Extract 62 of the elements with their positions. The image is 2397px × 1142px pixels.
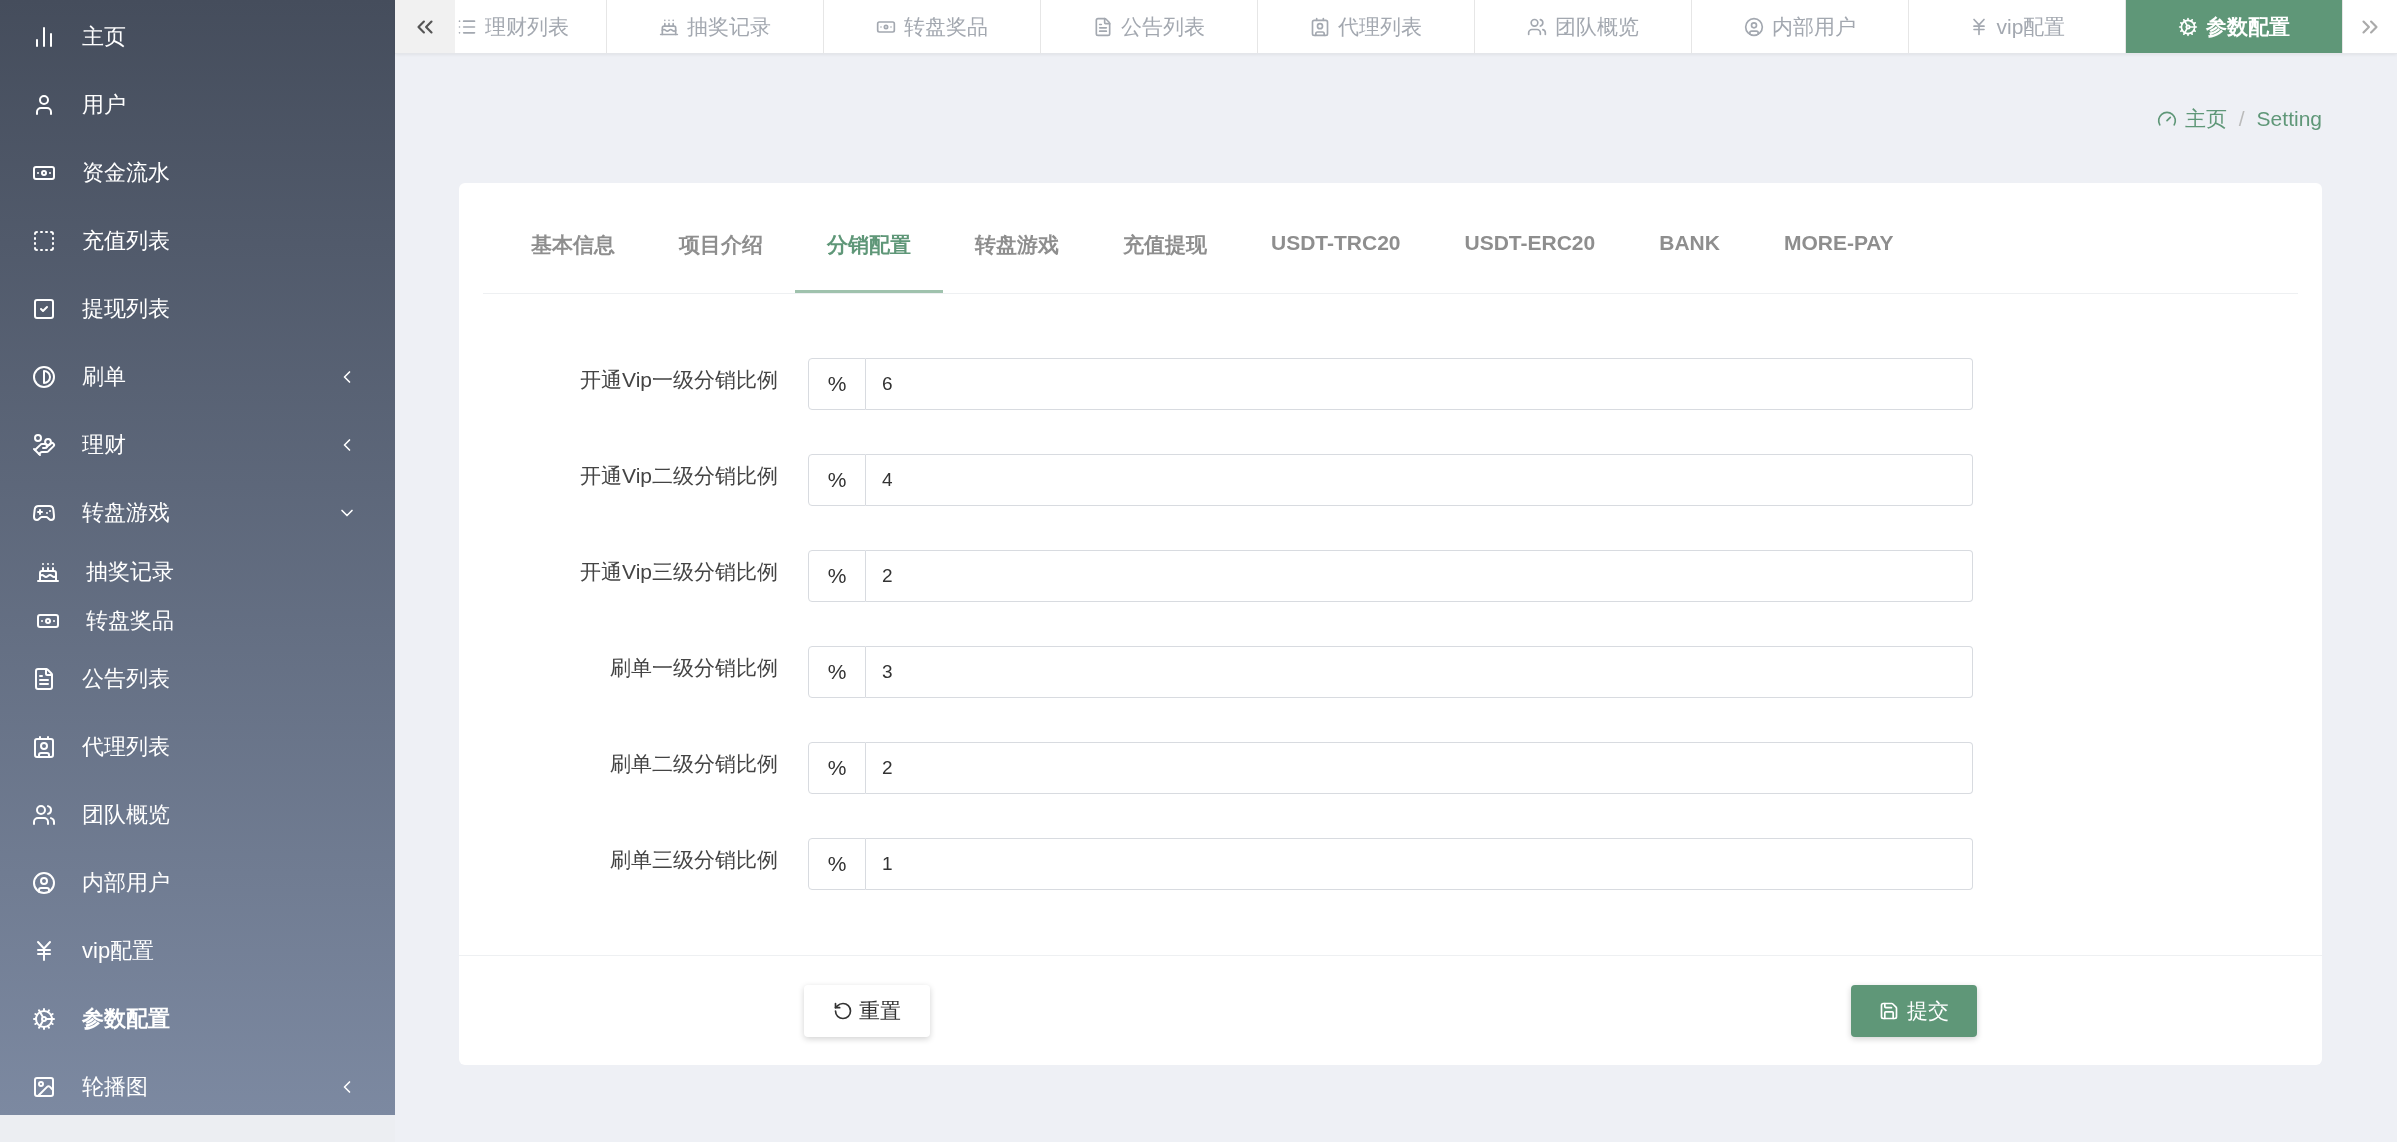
sidebar-item[interactable]: 内部用户 [0,849,395,917]
settings-tab[interactable]: MORE-PAY [1751,225,1926,293]
settings-tab[interactable]: USDT-TRC20 [1239,225,1433,293]
field-label: 开通Vip二级分销比例 [579,463,778,489]
input-prefix: % [808,550,866,602]
reset-icon [833,1000,853,1021]
page-tab[interactable]: 理财列表 [455,0,607,53]
settings-tab[interactable]: BANK [1627,225,1752,293]
page-tab[interactable]: vip配置 [1909,0,2126,53]
input-prefix: % [808,358,866,410]
input-field[interactable]: 2 [866,550,1973,602]
page-tab[interactable]: 参数配置 [2126,0,2343,53]
field-label: 刷单二级分销比例 [609,751,778,777]
page-tab[interactable]: 转盘奖品 [824,0,1041,53]
sidebar-item[interactable]: 参数配置 [0,985,395,1053]
breadcrumb-separator: / [2238,106,2245,131]
page-tab[interactable]: 内部用户 [1692,0,1909,53]
page-tab[interactable]: 团队概览 [1475,0,1692,53]
input-field[interactable]: 3 [866,646,1973,698]
sidebar-item[interactable]: 提现列表 [0,275,395,343]
input-prefix: % [808,838,866,890]
page-tab[interactable]: 代理列表 [1258,0,1475,53]
field-label: 开通Vip一级分销比例 [579,367,778,393]
settings-tab[interactable]: 基本信息 [499,225,647,293]
sidebar-item[interactable]: 转盘游戏 [0,479,395,547]
input-prefix: % [808,742,866,794]
page-tab[interactable]: 抽奖记录 [607,0,824,53]
input-prefix: % [808,454,866,506]
settings-tab[interactable]: 分销配置 [795,225,943,293]
page-tab[interactable]: 公告列表 [1041,0,1258,53]
breadcrumb-current: Setting [2256,106,2322,131]
sidebar-item[interactable]: vip配置 [0,917,395,985]
sidebar-item[interactable]: 主页 [0,3,395,71]
scroll-right-button[interactable] [2343,0,2397,53]
sidebar-item[interactable]: 用户 [0,71,395,139]
settings-tab[interactable]: 转盘游戏 [943,225,1091,293]
settings-tab[interactable]: 充值提现 [1091,225,1239,293]
input-field[interactable]: 4 [866,454,1973,506]
save-icon [1879,1000,1899,1021]
settings-tab[interactable]: USDT-ERC20 [1432,225,1628,293]
sidebar-item[interactable]: 轮播图 [0,1053,395,1121]
sidebar-item[interactable]: 理财 [0,411,395,479]
collapse-button[interactable] [395,0,455,53]
settings-tab[interactable]: 项目介绍 [647,225,795,293]
submit-button[interactable]: 提交 [1851,984,1977,1037]
breadcrumb-link[interactable]: 主页 [2156,104,2227,133]
reset-button[interactable]: 重置 [804,984,930,1037]
sidebar-item[interactable]: 团队概览 [0,781,395,849]
input-field[interactable]: 1 [866,838,1973,890]
field-label: 开通Vip三级分销比例 [579,559,778,585]
field-label: 刷单一级分销比例 [609,655,778,681]
input-field[interactable]: 6 [866,358,1973,410]
input-field[interactable]: 2 [866,742,1973,794]
sidebar-item[interactable]: 资金流水 [0,139,395,207]
field-label: 刷单三级分销比例 [609,847,778,873]
sidebar-item[interactable]: 代理列表 [0,713,395,781]
sidebar-item[interactable]: 刷单 [0,343,395,411]
sidebar-item[interactable]: 充值列表 [0,207,395,275]
submenu-item[interactable]: 抽奖记录 [0,547,395,596]
input-prefix: % [808,646,866,698]
sidebar-item[interactable]: 公告列表 [0,645,395,713]
submenu-item[interactable]: 转盘奖品 [0,596,395,645]
